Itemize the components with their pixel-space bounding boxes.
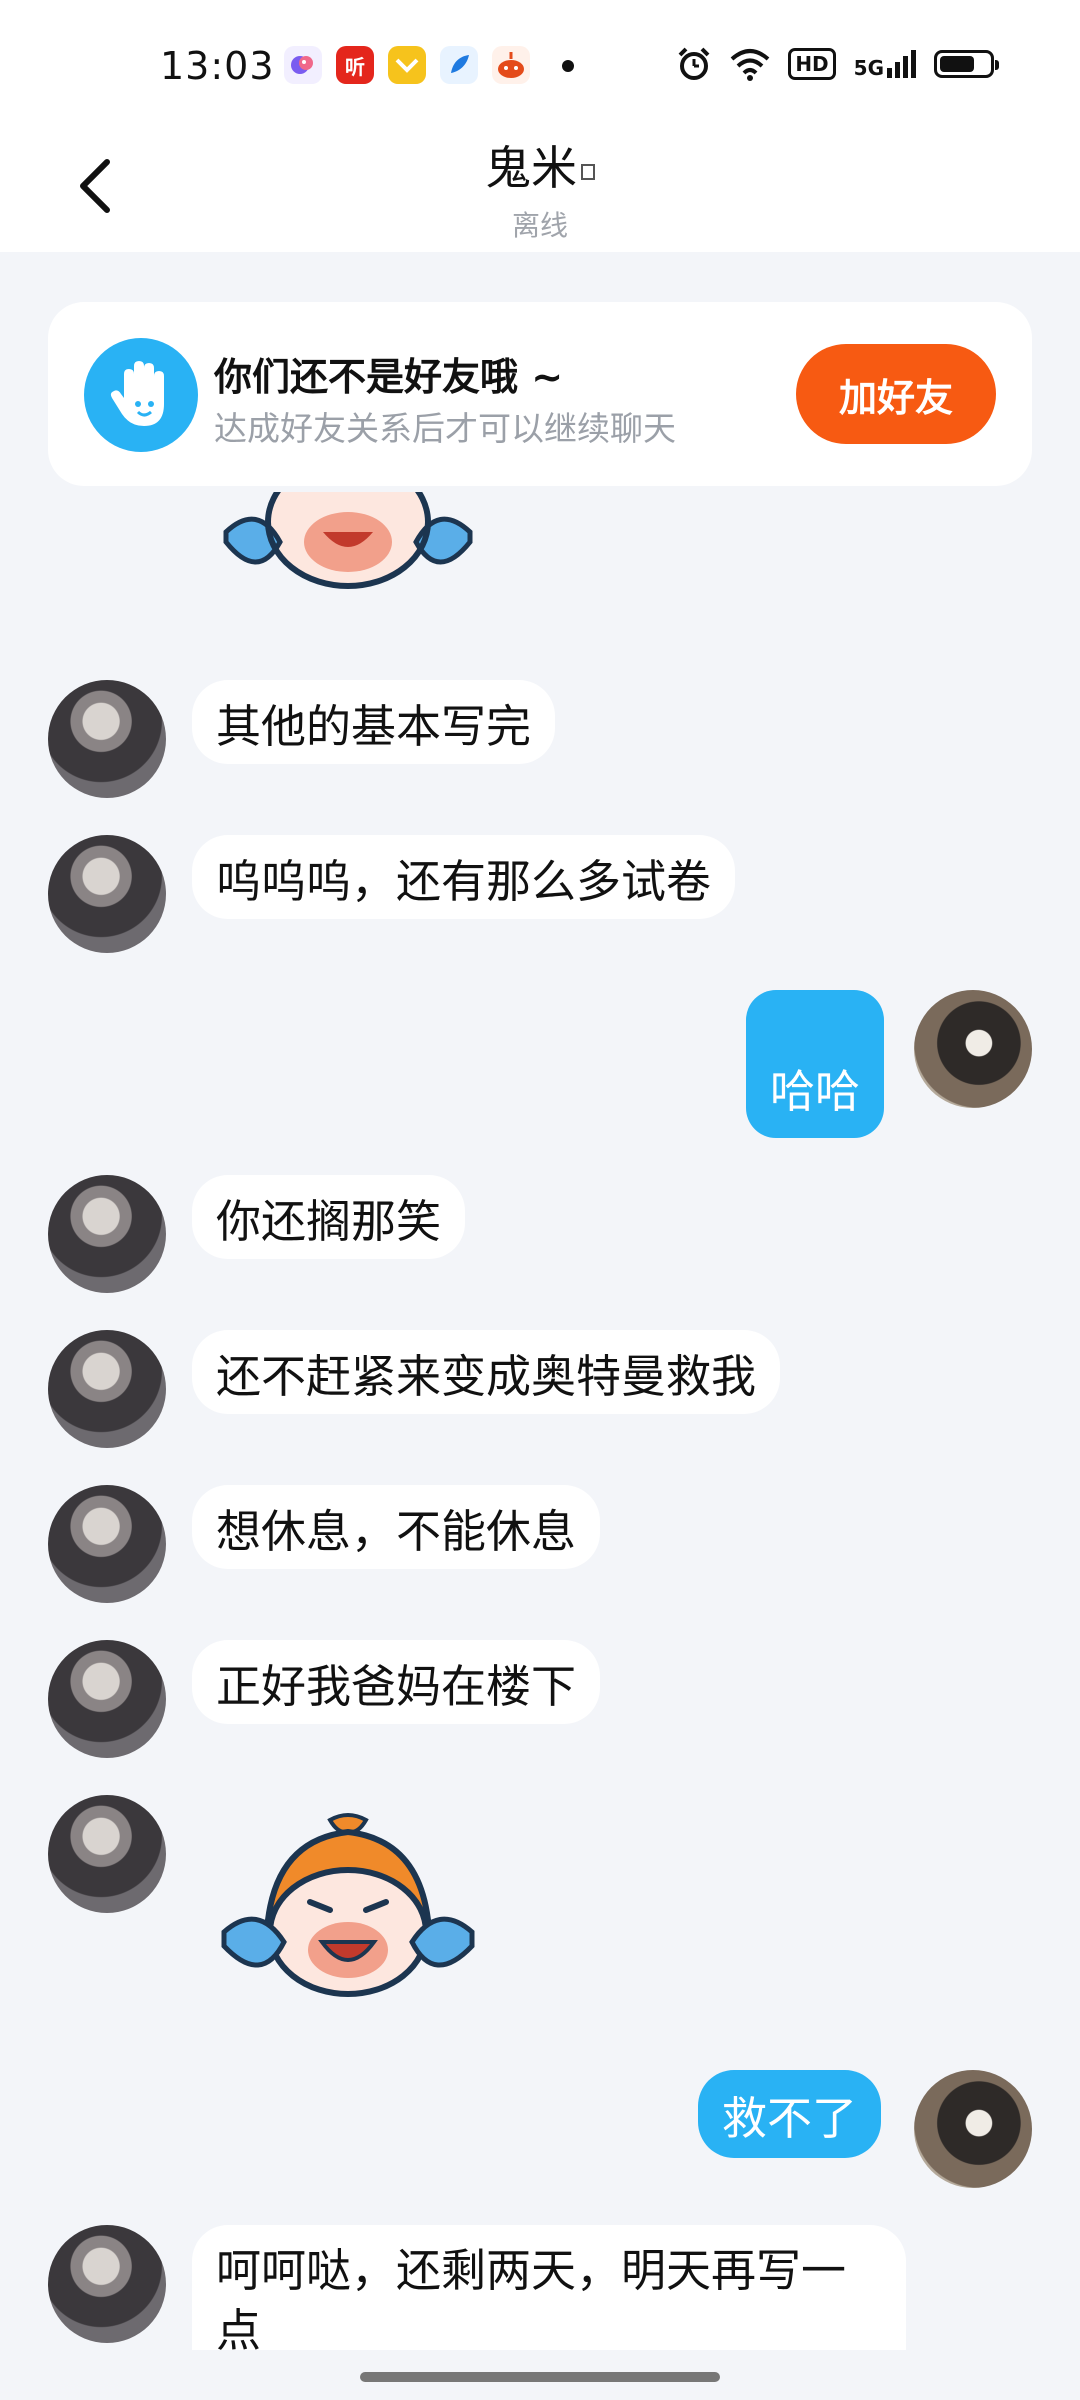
- message-bubble[interactable]: 其他的基本写完: [192, 680, 556, 764]
- home-indicator[interactable]: [360, 2372, 720, 2382]
- contact-avatar[interactable]: [48, 2225, 166, 2343]
- chat-header: 鬼米 离线: [0, 120, 1080, 252]
- waving-hand-icon: [84, 338, 198, 452]
- message-bubble[interactable]: 呵呵哒，还剩两天，明天再写一点: [192, 2225, 906, 2366]
- status-app-icons: 听: [284, 46, 530, 84]
- message-bubble[interactable]: 呜呜呜，还有那么多试卷: [192, 835, 736, 919]
- wallet-app-icon: [388, 46, 426, 84]
- contact-avatar[interactable]: [48, 1330, 166, 1448]
- my-avatar[interactable]: [914, 990, 1032, 1108]
- notification-dot: [562, 60, 574, 72]
- ting-app-icon: 听: [336, 46, 374, 84]
- signal-icon: 5G: [854, 50, 916, 78]
- add-friend-button[interactable]: 加好友: [796, 344, 996, 444]
- contact-avatar[interactable]: [48, 680, 166, 798]
- not-friend-banner: 你们还不是好友哦 ~ 达成好友关系后才可以继续聊天 加好友: [48, 302, 1032, 486]
- alarm-icon: [678, 47, 710, 80]
- message-bubble[interactable]: 你还搁那笑: [192, 1175, 466, 1259]
- status-right-icons: HD 5G: [676, 46, 999, 82]
- contact-avatar[interactable]: [48, 1795, 166, 1913]
- ting-app-label: 听: [345, 54, 365, 79]
- feather-app-icon: [440, 46, 478, 84]
- status-time: 13:03: [160, 44, 275, 88]
- contact-name: 鬼米: [485, 141, 577, 195]
- battery-level: [940, 56, 974, 72]
- message-bubble[interactable]: 正好我爸妈在楼下: [192, 1640, 601, 1724]
- contact-avatar[interactable]: [48, 835, 166, 953]
- network-type-label: 5G: [853, 56, 884, 80]
- wifi-icon: [730, 49, 770, 81]
- battery-icon: [934, 50, 999, 78]
- chat-title-block: 鬼米 离线: [0, 132, 1080, 244]
- contact-avatar[interactable]: [48, 1640, 166, 1758]
- banner-subtitle: 达成好友关系后才可以继续聊天: [214, 409, 676, 448]
- contact-status: 离线: [511, 209, 568, 242]
- message-bubble[interactable]: 还不赶紧来变成奥特曼救我: [192, 1330, 781, 1414]
- contact-avatar[interactable]: [48, 1175, 166, 1293]
- message-sticker[interactable]: [218, 1810, 478, 2010]
- message-sticker[interactable]: [218, 492, 478, 612]
- crying-cartoon-sticker: [221, 1813, 475, 1997]
- my-message-bubble[interactable]: 救不了: [698, 2070, 882, 2158]
- banner-title: 你们还不是好友哦 ~: [214, 355, 564, 399]
- name-badge-icon: [581, 163, 595, 180]
- chat-title: 鬼米: [0, 132, 1080, 198]
- my-message-bubble[interactable]: 哈哈: [746, 990, 885, 1138]
- status-bar: 13:03 听 HD 5G: [0, 0, 1080, 120]
- my-avatar[interactable]: [914, 2070, 1032, 2188]
- contact-avatar[interactable]: [48, 1485, 166, 1603]
- bird-app-icon: [284, 46, 322, 84]
- message-bubble[interactable]: 想休息，不能休息: [192, 1485, 601, 1569]
- hd-icon: HD: [788, 48, 836, 80]
- crying-cartoon-sticker: [223, 492, 473, 589]
- radio-app-icon: [492, 46, 530, 84]
